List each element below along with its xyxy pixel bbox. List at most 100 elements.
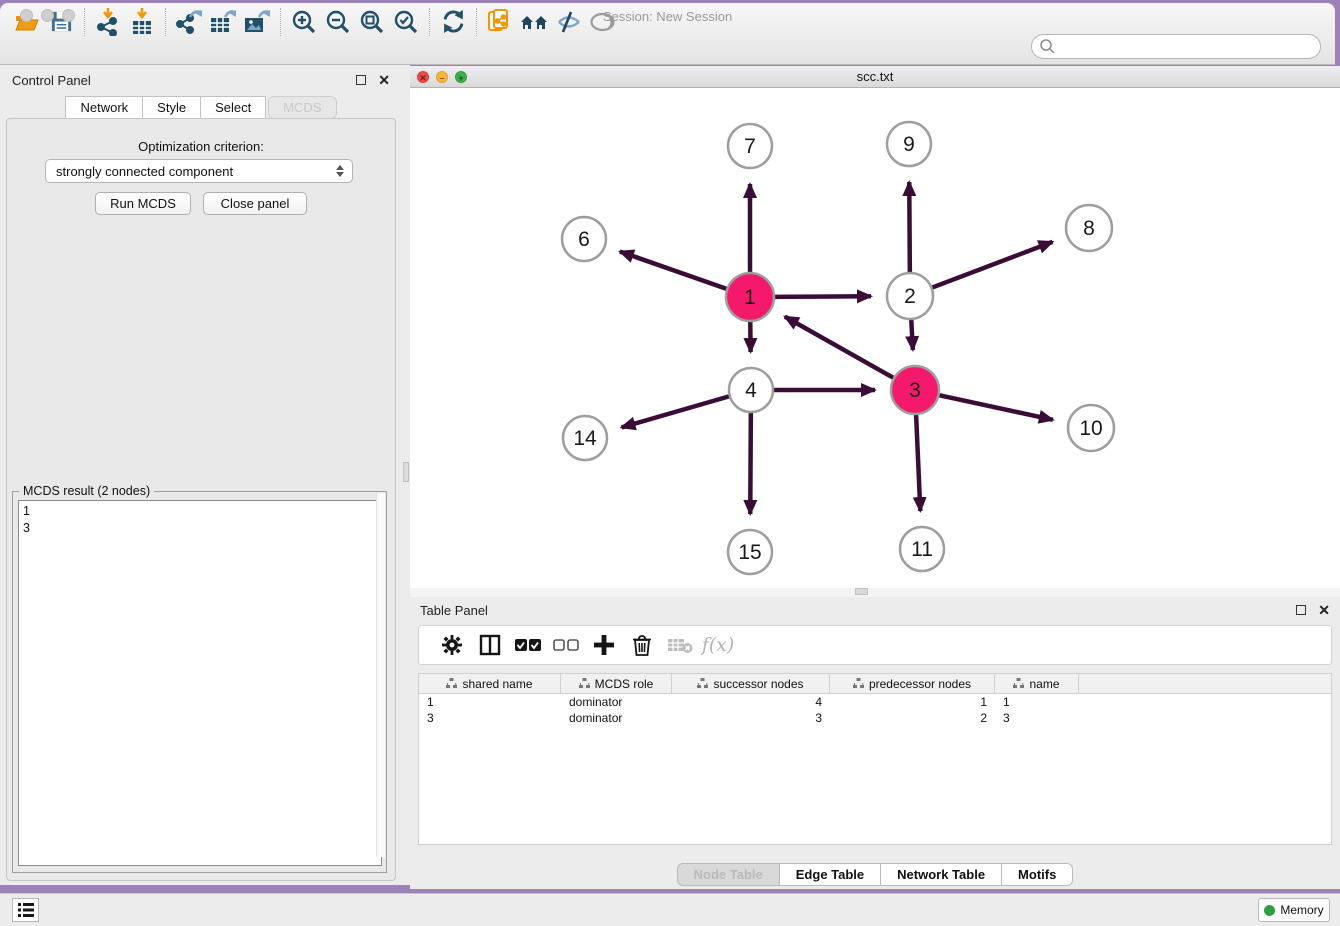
horizontal-split-divider[interactable] xyxy=(410,588,1340,597)
control-panel: Control Panel ✕ Network Style Select MCD… xyxy=(0,65,402,885)
table-cell[interactable]: 3 xyxy=(672,710,830,726)
table-cell[interactable]: 3 xyxy=(995,710,1079,726)
mcds-tab-content: Optimization criterion: strongly connect… xyxy=(6,118,396,881)
graph-node-1[interactable]: 1 xyxy=(726,273,774,321)
node-label: 7 xyxy=(744,135,756,158)
optimization-criterion-label: Optimization criterion: xyxy=(7,139,395,154)
delete-column-button[interactable] xyxy=(623,629,661,661)
task-history-button[interactable] xyxy=(12,898,39,922)
edge-3-1[interactable] xyxy=(785,317,894,379)
vertical-split-handle[interactable] xyxy=(403,462,409,482)
graph-node-15[interactable]: 15 xyxy=(728,530,772,574)
table-cell[interactable]: dominator xyxy=(561,694,672,710)
table-cell[interactable]: dominator xyxy=(561,710,672,726)
graph-node-10[interactable]: 10 xyxy=(1068,405,1114,451)
window-title: Session: New Session xyxy=(0,9,1335,24)
tab-node-table[interactable]: Node Table xyxy=(677,863,780,886)
graph-node-4[interactable]: 4 xyxy=(729,368,773,412)
delete-table-button[interactable] xyxy=(661,629,699,661)
mcds-result-legend: MCDS result (2 nodes) xyxy=(19,484,154,498)
graph-node-9[interactable]: 9 xyxy=(887,122,931,166)
table-cell[interactable]: 2 xyxy=(830,710,995,726)
column-header-MCDS-role[interactable]: MCDS role xyxy=(561,674,672,693)
tab-mcds[interactable]: MCDS xyxy=(268,96,336,119)
close-panel-icon[interactable]: ✕ xyxy=(1318,602,1330,619)
edge-3-11[interactable] xyxy=(916,414,920,511)
node-label: 15 xyxy=(738,541,761,564)
column-header-successor-nodes[interactable]: successor nodes xyxy=(672,674,830,693)
criterion-value: strongly connected component xyxy=(56,164,233,179)
deselect-all-columns-button[interactable] xyxy=(547,629,585,661)
tab-edge-table[interactable]: Edge Table xyxy=(780,863,881,886)
table-cell[interactable]: 1 xyxy=(419,694,561,710)
select-all-columns-button[interactable] xyxy=(509,629,547,661)
graph-node-7[interactable]: 7 xyxy=(728,124,772,168)
tab-network-table[interactable]: Network Table xyxy=(881,863,1002,886)
close-panel-icon[interactable]: ✕ xyxy=(378,72,390,89)
node-label: 14 xyxy=(573,427,597,450)
trash-icon xyxy=(632,634,652,656)
node-label: 8 xyxy=(1083,217,1095,240)
table-cell[interactable]: 1 xyxy=(995,694,1079,710)
control-panel-tabs: Network Style Select MCDS xyxy=(0,96,402,119)
table-row[interactable]: 1dominator411 xyxy=(419,694,1331,710)
search-icon xyxy=(1039,38,1056,55)
table-cell[interactable]: 4 xyxy=(672,694,830,710)
table-header-row: shared nameMCDS rolesuccessor nodesprede… xyxy=(419,674,1331,694)
edge-2-9[interactable] xyxy=(909,182,910,273)
create-column-button[interactable] xyxy=(585,629,623,661)
unchecked-boxes-icon xyxy=(553,639,579,652)
tab-select[interactable]: Select xyxy=(201,96,266,119)
edge-3-10[interactable] xyxy=(938,395,1052,420)
function-builder-button[interactable]: f(x) xyxy=(699,629,737,661)
column-header-predecessor-nodes[interactable]: predecessor nodes xyxy=(830,674,995,693)
column-type-icon xyxy=(697,678,708,689)
float-panel-icon[interactable] xyxy=(1296,603,1306,618)
edge-4-15[interactable] xyxy=(750,412,751,514)
mcds-result-text[interactable]: 1 3 xyxy=(18,500,382,866)
run-mcds-button[interactable]: Run MCDS xyxy=(95,192,191,215)
horizontal-split-handle[interactable] xyxy=(855,588,868,595)
node-label: 11 xyxy=(911,538,933,561)
graph-node-11[interactable]: 11 xyxy=(900,527,944,571)
column-header-shared-name[interactable]: shared name xyxy=(419,674,561,693)
network-canvas[interactable]: 1 2 3 4 6 7 8 9 10 11 14 15 xyxy=(410,88,1340,588)
titlebar[interactable]: Session: New Session xyxy=(0,3,1335,27)
select-stepper-icon xyxy=(336,165,344,177)
search-input[interactable] xyxy=(1031,34,1321,59)
network-window-titlebar[interactable]: ✕ – + scc.txt xyxy=(410,66,1340,88)
control-panel-header: Control Panel ✕ xyxy=(0,65,402,95)
graph-node-2[interactable]: 2 xyxy=(887,273,933,319)
edge-4-14[interactable] xyxy=(622,396,730,427)
control-panel-title: Control Panel xyxy=(12,73,91,88)
tab-network[interactable]: Network xyxy=(65,96,143,119)
node-table[interactable]: shared nameMCDS rolesuccessor nodesprede… xyxy=(418,673,1332,845)
edge-1-2[interactable] xyxy=(774,296,871,297)
table-body: 1dominator4113dominator323 xyxy=(419,694,1331,726)
show-column-button[interactable] xyxy=(471,629,509,661)
edge-2-3[interactable] xyxy=(911,319,913,350)
node-label: 9 xyxy=(903,133,915,156)
memory-button[interactable]: Memory xyxy=(1258,898,1330,922)
network-window-title: scc.txt xyxy=(410,69,1340,84)
graph-node-8[interactable]: 8 xyxy=(1066,205,1112,251)
column-header-name[interactable]: name xyxy=(995,674,1079,693)
table-cell[interactable]: 1 xyxy=(830,694,995,710)
graph-node-6[interactable]: 6 xyxy=(562,217,606,261)
close-panel-button[interactable]: Close panel xyxy=(203,192,307,215)
graph-node-14[interactable]: 14 xyxy=(563,416,607,460)
graph-node-3[interactable]: 3 xyxy=(891,366,939,414)
result-scrollbar[interactable] xyxy=(376,493,385,857)
edge-2-8[interactable] xyxy=(932,242,1053,288)
tab-style[interactable]: Style xyxy=(143,96,201,119)
table-cell[interactable]: 3 xyxy=(419,710,561,726)
node-label: 6 xyxy=(578,228,590,251)
network-graph[interactable]: 1 2 3 4 6 7 8 9 10 11 14 15 xyxy=(410,88,1340,588)
tab-motifs[interactable]: Motifs xyxy=(1002,863,1073,886)
float-panel-icon[interactable] xyxy=(356,73,366,88)
criterion-select[interactable]: strongly connected component xyxy=(45,159,353,183)
table-row[interactable]: 3dominator323 xyxy=(419,710,1331,726)
plus-icon xyxy=(593,634,615,656)
table-settings-button[interactable] xyxy=(433,629,471,661)
edge-1-6[interactable] xyxy=(620,252,727,290)
